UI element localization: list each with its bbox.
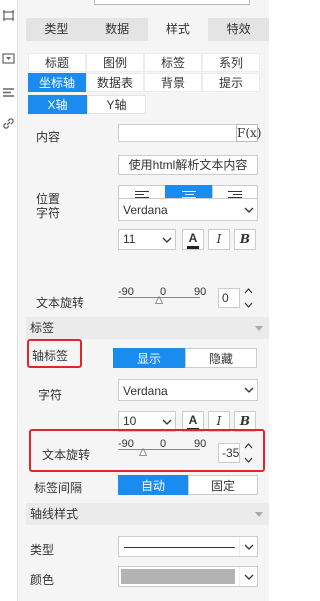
subtab-legend[interactable]: 图例	[86, 53, 144, 72]
tab-style[interactable]: 样式	[147, 18, 209, 41]
formula-button[interactable]: F(x)	[236, 124, 261, 142]
list-icon[interactable]	[2, 86, 15, 99]
subtab-series[interactable]: 系列	[202, 53, 260, 72]
label-section-header[interactable]: 标签	[26, 317, 269, 339]
style-sub-tabs: 标题 图例 标签 系列 坐标轴 数据表 背景 提示	[28, 53, 260, 93]
chevron-down-icon	[239, 567, 257, 586]
font-size-value-2: 10	[123, 414, 137, 428]
link-icon[interactable]	[2, 117, 15, 130]
font-size-select[interactable]: 11	[118, 229, 176, 250]
chevron-up-icon[interactable]	[244, 443, 253, 449]
rotate-label: 文本旋转	[36, 296, 85, 310]
left-toolbar	[0, 0, 18, 601]
subtab-datatable[interactable]: 数据表	[86, 73, 144, 92]
font-select-2[interactable]: Verdana	[118, 379, 258, 401]
tab-type[interactable]: 类型	[26, 18, 87, 41]
rotate-label-2: 文本旋转	[42, 448, 91, 462]
italic-button[interactable]: I	[208, 229, 230, 250]
chevron-down-icon[interactable]	[244, 457, 253, 463]
fixed-button[interactable]: 固定	[188, 475, 258, 495]
font-select[interactable]: Verdana	[118, 198, 258, 221]
top-cut-row	[26, 0, 269, 6]
chevron-down-icon	[241, 199, 257, 220]
font-select-value-2: Verdana	[123, 384, 168, 398]
font-size-value: 11	[123, 232, 136, 246]
subtab-label[interactable]: 标签	[144, 53, 202, 72]
rotate-value-2: -35	[222, 446, 240, 460]
style-panel: 类型 数据 样式 特效 标题 图例 标签 系列 坐标轴 数据表 背景 提示 X轴…	[18, 0, 269, 601]
char-label: 字符	[36, 206, 61, 220]
rotate-slider[interactable]: -90 0 90	[118, 286, 208, 308]
subtab-background[interactable]: 背景	[144, 73, 202, 92]
content-input[interactable]	[118, 124, 248, 142]
subtab-axis[interactable]: 坐标轴	[28, 73, 86, 92]
html-parse-button[interactable]: 使用html解析文本内容	[118, 155, 258, 175]
slider-thumb[interactable]	[139, 448, 148, 456]
collapse-triangle-icon	[255, 326, 263, 331]
subtab-tooltip[interactable]: 提示	[202, 73, 260, 92]
label-spacing-label: 标签间隔	[34, 481, 83, 495]
font-color-glyph: A	[188, 231, 198, 245]
chevron-down-icon	[159, 230, 175, 249]
subtab-title[interactable]: 标题	[28, 53, 86, 72]
font-color-glyph-2: A	[188, 413, 198, 427]
rotate-value: 0	[222, 291, 229, 305]
content-label: 内容	[36, 130, 61, 144]
auto-button[interactable]: 自动	[118, 475, 188, 495]
font-select-value: Verdana	[123, 203, 168, 217]
frame-icon[interactable]	[2, 9, 15, 22]
tab-y-axis[interactable]: Y轴	[87, 95, 146, 114]
dropdown-box-icon[interactable]	[2, 52, 15, 65]
rotate-spinner[interactable]: 0	[218, 288, 252, 308]
bold-button[interactable]: B	[234, 229, 256, 250]
line-color-label: 颜色	[30, 573, 55, 587]
tab-x-axis[interactable]: X轴	[28, 95, 87, 114]
axis-label-toggle: 显示 隐藏	[113, 348, 257, 368]
font-color-bar	[187, 246, 199, 249]
chevron-down-icon[interactable]	[244, 302, 253, 308]
slider-thumb[interactable]	[155, 296, 163, 304]
line-type-label: 类型	[30, 543, 55, 557]
top-cut-select[interactable]	[94, 0, 250, 5]
axisline-section-header[interactable]: 轴线样式	[26, 503, 269, 525]
color-swatch	[121, 569, 235, 584]
line-type-select[interactable]	[118, 536, 258, 557]
rotate-slider-2[interactable]: -90 0 90	[118, 438, 208, 460]
line-color-select[interactable]	[118, 566, 258, 587]
collapse-triangle-icon	[255, 512, 263, 517]
slider-track	[118, 449, 200, 450]
tab-effects[interactable]: 特效	[208, 18, 269, 41]
show-button[interactable]: 显示	[113, 348, 185, 368]
char-label-2: 字符	[38, 388, 63, 402]
section-title: 标签	[30, 321, 55, 335]
solid-line-preview	[124, 547, 235, 548]
section-title: 轴线样式	[30, 507, 79, 521]
rotate-spinner-2[interactable]: -35	[218, 443, 252, 463]
axis-label-label: 轴标签	[32, 349, 69, 363]
tab-data[interactable]: 数据	[87, 18, 148, 41]
chevron-down-icon	[241, 380, 257, 400]
font-color-button[interactable]: A	[182, 229, 204, 250]
axis-tabs: X轴 Y轴	[28, 95, 146, 114]
main-tabs: 类型 数据 样式 特效	[26, 18, 269, 41]
chevron-down-icon	[239, 537, 257, 556]
hide-button[interactable]: 隐藏	[185, 348, 257, 368]
chevron-up-icon[interactable]	[244, 288, 253, 294]
label-spacing-toggle: 自动 固定	[118, 475, 258, 495]
